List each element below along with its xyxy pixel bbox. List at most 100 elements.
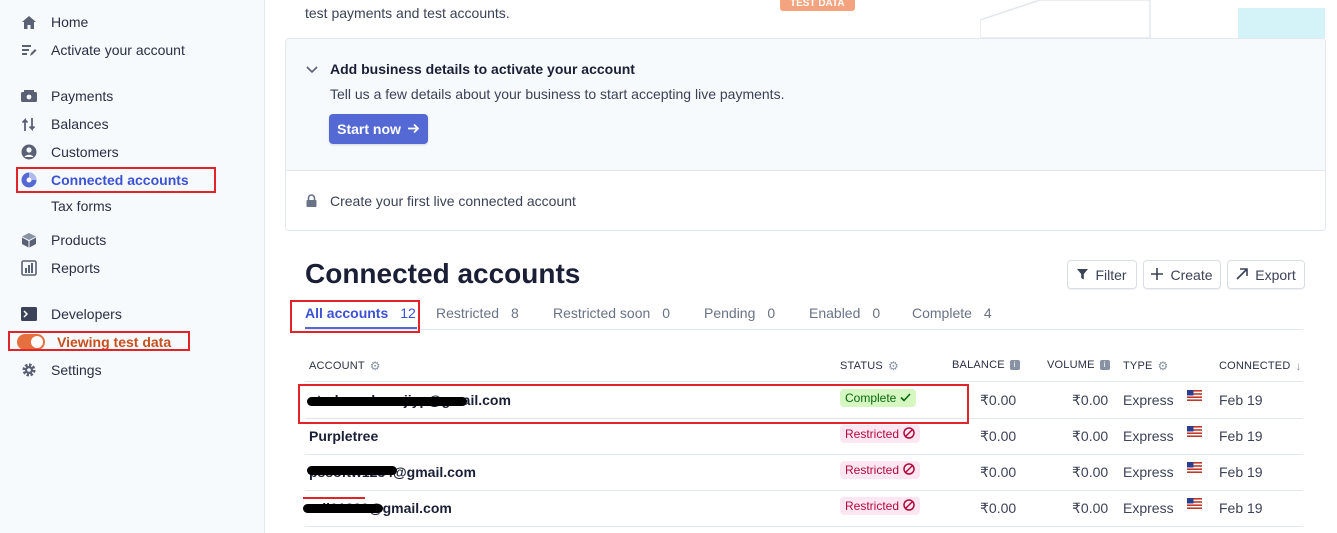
page-title: Connected accounts bbox=[305, 258, 581, 289]
nav-developers-label: Developers bbox=[51, 306, 122, 322]
blocked-icon bbox=[903, 498, 915, 514]
balance-value: ₹0.00 bbox=[980, 464, 1017, 480]
create-button[interactable]: Create bbox=[1143, 260, 1221, 289]
test-data-badge: TEST DATA bbox=[780, 0, 855, 11]
status-badge: Restricted bbox=[840, 461, 921, 479]
create-label: Create bbox=[1170, 266, 1213, 283]
tab-label: All accounts bbox=[305, 305, 389, 321]
type-value: Express bbox=[1123, 500, 1174, 516]
filter-button[interactable]: Filter bbox=[1067, 260, 1137, 289]
start-now-button[interactable]: Start now bbox=[329, 114, 428, 144]
nav-products[interactable]: Products bbox=[20, 229, 106, 251]
redaction-underline bbox=[303, 497, 365, 499]
column-header-status[interactable]: STATUS ⚙ bbox=[840, 359, 899, 373]
connected-accounts-icon bbox=[20, 172, 37, 189]
tab-count: 12 bbox=[400, 305, 416, 321]
nav-activate-label: Activate your account bbox=[51, 42, 185, 58]
tabs-divider bbox=[305, 329, 1303, 330]
column-header-balance[interactable]: BALANCE i bbox=[952, 359, 1020, 371]
tab-restricted-soon[interactable]: Restricted soon 0 bbox=[553, 305, 670, 321]
nav-home[interactable]: Home bbox=[20, 11, 88, 33]
tab-pending[interactable]: Pending 0 bbox=[704, 305, 775, 321]
table-row[interactable]: atodsmedemojiyp@gmail.com Complete ₹0.00… bbox=[0, 383, 1337, 419]
column-settings-icon[interactable]: ⚙ bbox=[888, 359, 899, 373]
status-label: Restricted bbox=[845, 463, 900, 477]
nav-test-data-label: Viewing test data bbox=[57, 334, 172, 350]
tab-count: 0 bbox=[767, 305, 776, 321]
column-header-label: TYPE bbox=[1123, 360, 1153, 372]
row-divider bbox=[305, 526, 1303, 527]
nav-tax-forms[interactable]: Tax forms bbox=[51, 198, 112, 214]
activation-title: Add business details to activate your ac… bbox=[330, 61, 635, 77]
bar-chart-icon bbox=[20, 260, 37, 277]
column-header-label: STATUS bbox=[840, 360, 883, 372]
us-flag-icon bbox=[1187, 462, 1202, 473]
nav-customers-label: Customers bbox=[51, 144, 119, 160]
transfer-arrows-icon bbox=[20, 116, 37, 133]
column-settings-icon[interactable]: ⚙ bbox=[370, 359, 381, 373]
export-button[interactable]: Export bbox=[1227, 260, 1305, 289]
tab-all-accounts[interactable]: All accounts 12 bbox=[305, 305, 416, 321]
volume-value: ₹0.00 bbox=[1072, 464, 1109, 480]
plus-icon bbox=[1151, 267, 1164, 283]
nav-balances[interactable]: Balances bbox=[20, 113, 109, 135]
account-name[interactable]: Purpletree bbox=[309, 428, 378, 444]
column-header-label: ACCOUNT bbox=[309, 360, 365, 372]
nav-connected-accounts[interactable]: Connected accounts bbox=[20, 169, 189, 191]
filter-icon bbox=[1077, 267, 1089, 283]
arrow-right-icon bbox=[407, 121, 420, 137]
home-icon bbox=[20, 14, 37, 31]
status-badge: Restricted bbox=[840, 497, 921, 515]
tab-complete[interactable]: Complete 4 bbox=[912, 305, 992, 321]
blocked-icon bbox=[903, 426, 915, 442]
info-icon[interactable]: i bbox=[1099, 360, 1110, 370]
create-live-account-text: Create your first live connected account bbox=[330, 193, 576, 209]
banner-illustration bbox=[980, 0, 1325, 38]
nav-payments[interactable]: Payments bbox=[20, 85, 113, 107]
status-label: Restricted bbox=[845, 427, 900, 441]
column-header-label: VOLUME bbox=[1047, 359, 1095, 371]
column-settings-icon[interactable]: ⚙ bbox=[1158, 359, 1169, 373]
export-label: Export bbox=[1255, 266, 1296, 283]
table-row[interactable]: Purpletree Restricted ₹0.00 ₹0.00 Expres… bbox=[0, 419, 1337, 455]
nav-products-label: Products bbox=[51, 232, 107, 248]
tab-label: Restricted bbox=[436, 305, 500, 321]
tab-label: Enabled bbox=[809, 305, 861, 321]
nav-customers[interactable]: Customers bbox=[20, 141, 119, 163]
volume-value: ₹0.00 bbox=[1072, 392, 1109, 408]
nav-balances-label: Balances bbox=[51, 116, 109, 132]
nav-viewing-test-data[interactable]: Viewing test data bbox=[17, 331, 171, 353]
volume-value: ₹0.00 bbox=[1072, 500, 1109, 516]
column-header-label: BALANCE bbox=[952, 359, 1005, 371]
tab-count: 4 bbox=[983, 305, 992, 321]
tab-label: Restricted soon bbox=[553, 305, 651, 321]
type-value: Express bbox=[1123, 392, 1174, 408]
nav-activate[interactable]: Activate your account bbox=[20, 39, 185, 61]
nav-settings-label: Settings bbox=[51, 362, 102, 378]
table-row[interactable]: pssoftw1234@gmail.com Restricted ₹0.00 ₹… bbox=[0, 455, 1337, 491]
column-header-volume[interactable]: VOLUME i bbox=[1047, 359, 1110, 371]
redaction-mark bbox=[307, 397, 467, 406]
column-header-type[interactable]: TYPE ⚙ bbox=[1123, 359, 1169, 373]
start-now-label: Start now bbox=[337, 121, 401, 137]
redaction-mark bbox=[307, 466, 397, 475]
tab-restricted[interactable]: Restricted 8 bbox=[436, 305, 519, 321]
table-row[interactable]: rali01329@gmail.com Restricted ₹0.00 ₹0.… bbox=[0, 491, 1337, 527]
chevron-down-icon[interactable] bbox=[306, 63, 318, 77]
nav-connected-accounts-label: Connected accounts bbox=[51, 172, 189, 188]
info-icon[interactable]: i bbox=[1009, 360, 1020, 370]
connected-date: Feb 19 bbox=[1219, 500, 1263, 516]
test-data-toggle[interactable] bbox=[17, 334, 45, 350]
sort-down-arrow-icon[interactable]: ↓ bbox=[1295, 359, 1301, 373]
nav-developers[interactable]: Developers bbox=[20, 303, 122, 325]
column-header-connected[interactable]: CONNECTED ↓ bbox=[1219, 359, 1302, 373]
gear-icon bbox=[20, 362, 37, 379]
tab-count: 0 bbox=[872, 305, 881, 321]
tab-count: 8 bbox=[511, 305, 519, 321]
tab-enabled[interactable]: Enabled 0 bbox=[809, 305, 880, 321]
volume-value: ₹0.00 bbox=[1072, 428, 1109, 444]
nav-settings[interactable]: Settings bbox=[20, 359, 102, 381]
column-header-account[interactable]: ACCOUNT ⚙ bbox=[309, 359, 381, 373]
redaction-mark bbox=[303, 504, 383, 513]
nav-reports[interactable]: Reports bbox=[20, 257, 100, 279]
